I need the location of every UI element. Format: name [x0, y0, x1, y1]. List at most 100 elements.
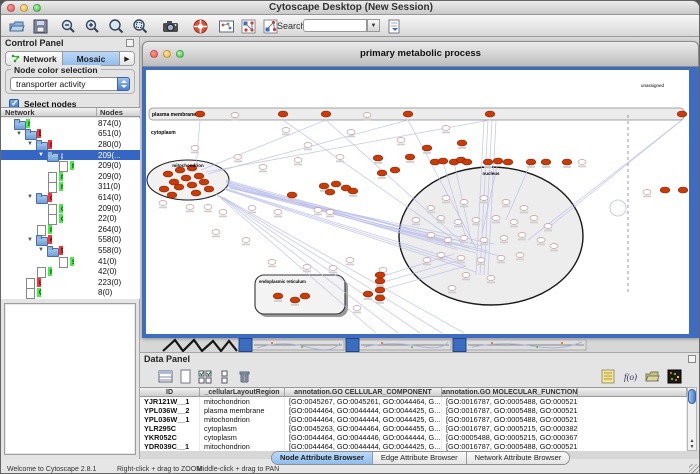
tree-node-count: 223(0) [98, 278, 121, 287]
scrollbar-thumb[interactable] [688, 389, 696, 404]
resize-grip[interactable] [689, 464, 699, 474]
save-icon[interactable] [31, 17, 49, 35]
table-cell: YJR121W__1 [140, 397, 200, 406]
column-header[interactable]: annotation.GO MOLECULAR_FUNCTION [442, 388, 578, 396]
tree-header-nodes[interactable]: Nodes [97, 108, 140, 116]
tree-row[interactable]: Overview8(0) [1, 288, 140, 299]
tree-expand-arrow[interactable]: ▼ [16, 131, 25, 137]
open-attribute-file-icon[interactable] [644, 368, 660, 384]
tab-network-attribute-browser[interactable]: Network Attribute Browser [467, 452, 570, 464]
network-node-selected [287, 192, 297, 198]
tree-row[interactable]: macromolecule311(0) [1, 182, 140, 193]
node-label [268, 266, 276, 268]
tree-row[interactable]: secretion41(0) [1, 256, 140, 267]
table-scrollbar[interactable]: ▲▼ [687, 387, 697, 451]
import-attributes-icon[interactable] [600, 368, 616, 384]
folder-icon [36, 235, 48, 244]
search-input[interactable] [303, 19, 367, 32]
zoom-fit-icon[interactable] [107, 17, 125, 35]
tab-network[interactable]: Network [6, 52, 63, 65]
search-options-icon[interactable] [385, 17, 403, 35]
file-icon [36, 267, 48, 276]
tab-mosaic[interactable]: Mosaic [63, 52, 120, 65]
tree-row[interactable]: ▼biological_process651(0) [1, 129, 140, 140]
tree-row[interactable]: ▼metabolic process280(0) [1, 139, 140, 150]
node-color-selection-group: Node color selection transporter activit… [5, 69, 135, 94]
attribute-table: ID_cellularLayoutRegionannotation.GO CEL… [140, 387, 687, 451]
network-node-selected [319, 183, 329, 189]
network-canvas[interactable]: plasma membranecytoplasmmitochondrionnuc… [146, 70, 689, 334]
tree-expand-arrow[interactable]: ▼ [27, 237, 36, 243]
column-header[interactable]: annotation.GO CELLULAR_COMPONENT [285, 388, 442, 396]
help-lifering-icon[interactable] [191, 17, 209, 35]
folder-icon [25, 129, 37, 138]
zoom-out-icon[interactable] [59, 17, 77, 35]
snapshot-camera-icon[interactable] [161, 17, 179, 35]
column-header[interactable] [578, 388, 687, 396]
tree-row[interactable]: multi-organism pro42(0) [1, 266, 140, 277]
tree-row[interactable]: cellular metabo209(0) [1, 203, 140, 214]
folder-icon [47, 151, 59, 160]
network-node-selected [273, 293, 283, 299]
data-panel-float-icon[interactable] [688, 355, 696, 363]
attribute-table-icon[interactable] [157, 368, 173, 384]
tree-row[interactable]: ▼establishment of lo558(0) [1, 235, 140, 246]
tree-row[interactable]: nitrogen compo209(0) [1, 171, 140, 182]
column-header[interactable]: _cellularLayoutRegion [200, 388, 285, 396]
tree-expand-arrow[interactable]: ▼ [38, 152, 47, 158]
zoom-selected-icon[interactable] [131, 17, 149, 35]
node-color-dropdown[interactable]: transporter activity [10, 77, 130, 91]
float-panel-icon[interactable] [126, 39, 134, 47]
network-node [329, 266, 337, 271]
birdseye-view-icon[interactable] [217, 17, 235, 35]
table-cell [578, 415, 687, 424]
tree-row[interactable]: ▼transport558(0) [1, 245, 140, 256]
color-matrix-icon[interactable] [666, 368, 682, 384]
new-attribute-icon[interactable] [177, 368, 193, 384]
network-window-titlebar[interactable]: primary metabolic process [142, 41, 699, 67]
tree-row[interactable]: cell communicat22(0) [1, 213, 140, 224]
tree-header: Network Nodes [1, 107, 140, 117]
background-windows-strip [142, 338, 699, 352]
file-icon [58, 257, 70, 266]
formula-icon[interactable]: f(o) [622, 368, 638, 384]
status-pan-hint: Middle-click + drag to PAN [197, 466, 279, 473]
tree-row[interactable]: response to stimul264(0) [1, 224, 140, 235]
scrollbar-arrows[interactable]: ▲▼ [688, 438, 696, 450]
network-node [304, 143, 312, 148]
tab-node-attribute-browser[interactable]: Node Attribute Browser [272, 452, 373, 464]
open-icon[interactable] [7, 17, 25, 35]
search-dropdown-arrow-icon[interactable]: ▼ [367, 19, 380, 32]
network-node-selected [194, 173, 204, 179]
node-label [578, 166, 586, 168]
table-row[interactable]: YLR295Ccytoplasm[GO:0045263, GO:0044464,… [140, 424, 687, 433]
delete-attribute-trash-icon[interactable] [236, 368, 252, 384]
table-row[interactable]: YPL036W__2plasma membrane[GO:0044464, GO… [140, 406, 687, 415]
network-node [191, 146, 199, 151]
tree-expand-arrow[interactable]: ▼ [27, 194, 36, 200]
table-cell: YPL036W__2 [140, 406, 200, 415]
tree-row[interactable]: nucleobase-209(0) [1, 160, 140, 171]
table-row[interactable]: YDR039C__1mitochondrion[GO:0044464, GO:0… [140, 442, 687, 451]
layout-nodes-icon[interactable] [239, 17, 257, 35]
zoom-in-icon[interactable] [83, 17, 101, 35]
network-node [502, 200, 510, 205]
birdseye-view-panel[interactable] [4, 303, 136, 455]
unselect-attributes-icon[interactable] [217, 368, 233, 384]
tree-row[interactable]: ▼primary metabo209(... [1, 150, 140, 161]
select-attributes-icon[interactable] [197, 368, 213, 384]
tab-overflow-arrow-icon[interactable]: ▶ [120, 52, 134, 65]
tree-expand-arrow[interactable]: ▼ [27, 141, 36, 147]
tree-node-count: 42(0) [98, 267, 117, 276]
network-node-selected [373, 155, 383, 161]
tree-expand-arrow[interactable]: ▼ [38, 247, 47, 253]
table-row[interactable]: YJR121W__1mitochondrion[GO:0045267, GO:0… [140, 397, 687, 406]
tree-row[interactable]: ▼cellular process614(0) [1, 192, 140, 203]
column-header[interactable]: ID [140, 388, 200, 396]
table-row[interactable]: YPL036W__1mitochondrion[GO:0044464, GO:0… [140, 415, 687, 424]
tree-header-network[interactable]: Network [1, 108, 97, 116]
tree-row[interactable]: unassigned223(0) [1, 277, 140, 288]
tab-edge-attribute-browser[interactable]: Edge Attribute Browser [373, 452, 467, 464]
tree-row[interactable]: mosaic-demo-yeast874(0) [1, 118, 140, 129]
table-row[interactable]: YKR052Ccytoplasm[GO:0044464, GO:0044446,… [140, 433, 687, 442]
